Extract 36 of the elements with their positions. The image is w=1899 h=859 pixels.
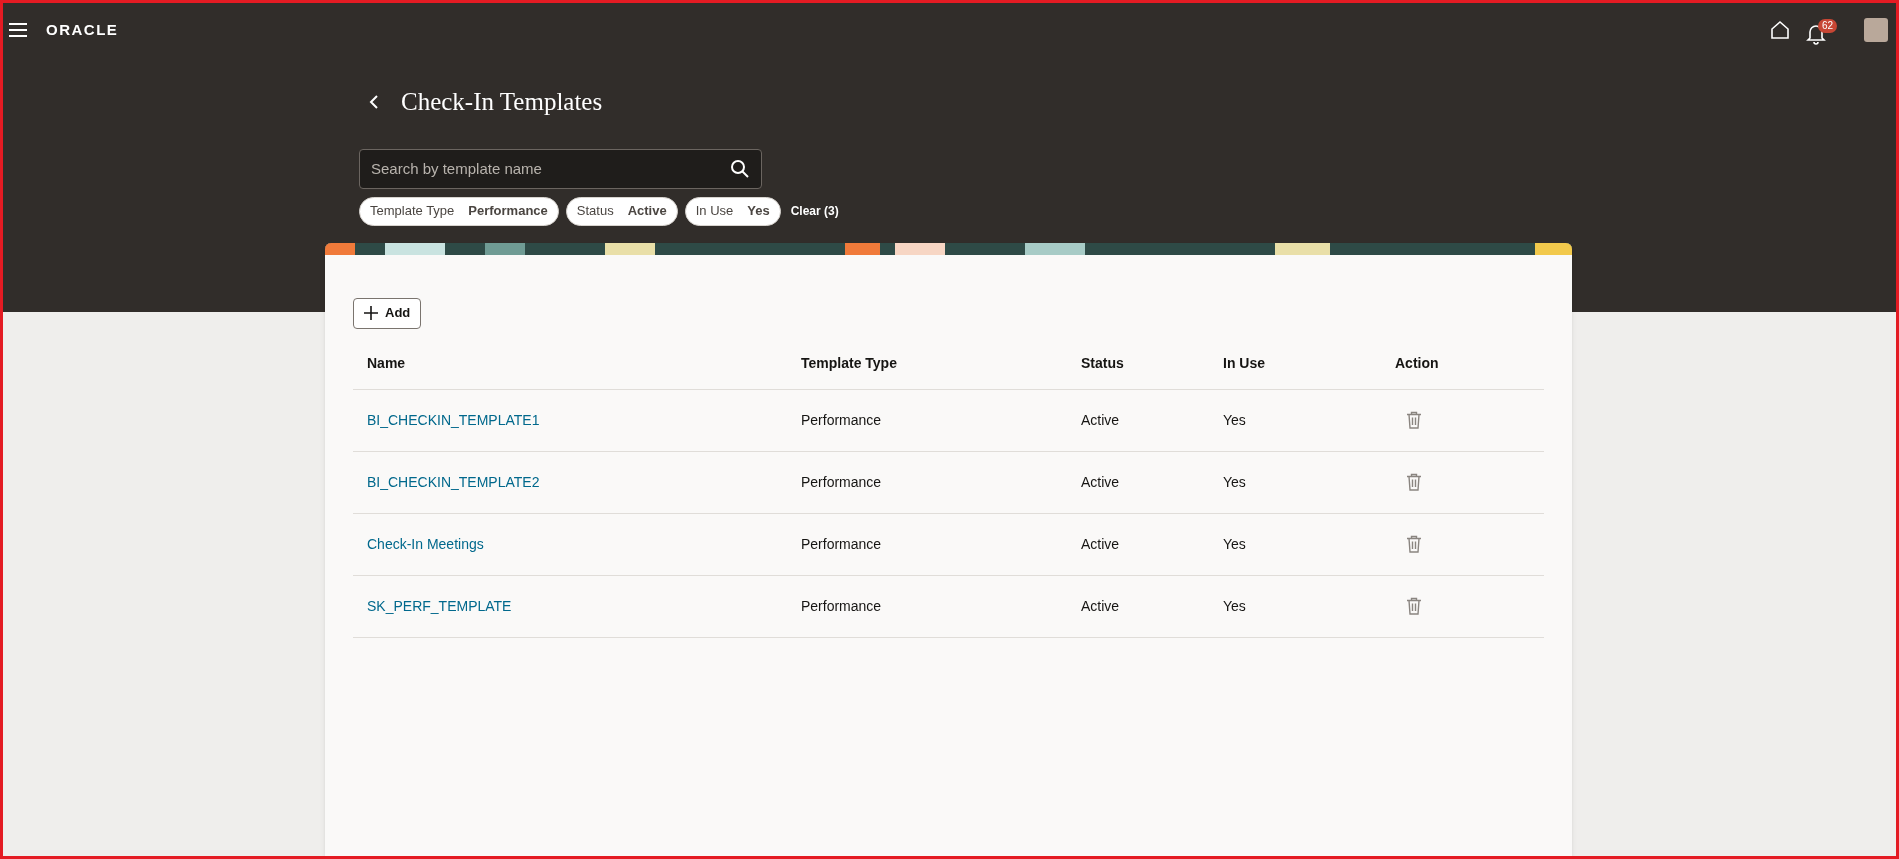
column-header: Status (1081, 354, 1125, 373)
column-header: Name (367, 354, 407, 373)
table-cell-text: Yes (1223, 534, 1247, 554)
table-cell-text: Active (1081, 410, 1121, 430)
delete-icon[interactable] (1406, 597, 1422, 615)
search-icon[interactable] (730, 158, 750, 179)
add-button[interactable]: Add (353, 297, 422, 329)
table-cell-text: Active (1081, 596, 1121, 616)
delete-icon[interactable] (1406, 535, 1422, 553)
delete-icon[interactable] (1406, 411, 1422, 429)
table-cell-text: Yes (1223, 596, 1247, 616)
menu-icon[interactable] (8, 22, 28, 38)
clear-filters-link[interactable]: Clear (3) (790, 202, 839, 220)
column-header: Action (1395, 354, 1440, 373)
table-cell-text: Yes (1223, 410, 1247, 430)
table-cell-text: Performance (801, 410, 883, 430)
table-cell-text: Active (1081, 534, 1121, 554)
oracle-logo[interactable]: ORACLE (46, 18, 119, 42)
back-chevron-icon[interactable] (369, 94, 379, 109)
template-name-link[interactable]: Check-In Meetings (367, 535, 484, 552)
page-title: Check-In Templates (401, 87, 603, 117)
table-cell-text: Performance (801, 534, 883, 554)
table-cell-text: Performance (801, 596, 883, 616)
filter-chip[interactable]: Template Type Performance (359, 196, 559, 226)
home-icon[interactable] (1770, 20, 1790, 40)
delete-icon[interactable] (1406, 473, 1422, 491)
table-cell-text: Yes (1223, 472, 1247, 492)
template-name-link[interactable]: SK_PERF_TEMPLATE (367, 597, 512, 614)
search-field[interactable]: Search by template name (359, 148, 762, 189)
column-header: In Use (1223, 354, 1266, 373)
table-cell-text: Performance (801, 472, 883, 492)
table-cell-text: Active (1081, 472, 1121, 492)
column-header: Template Type (801, 354, 898, 373)
plus-icon (364, 306, 378, 320)
template-name-link[interactable]: BI_CHECKIN_TEMPLATE2 (367, 473, 540, 490)
template-name-link[interactable]: BI_CHECKIN_TEMPLATE1 (367, 411, 540, 428)
